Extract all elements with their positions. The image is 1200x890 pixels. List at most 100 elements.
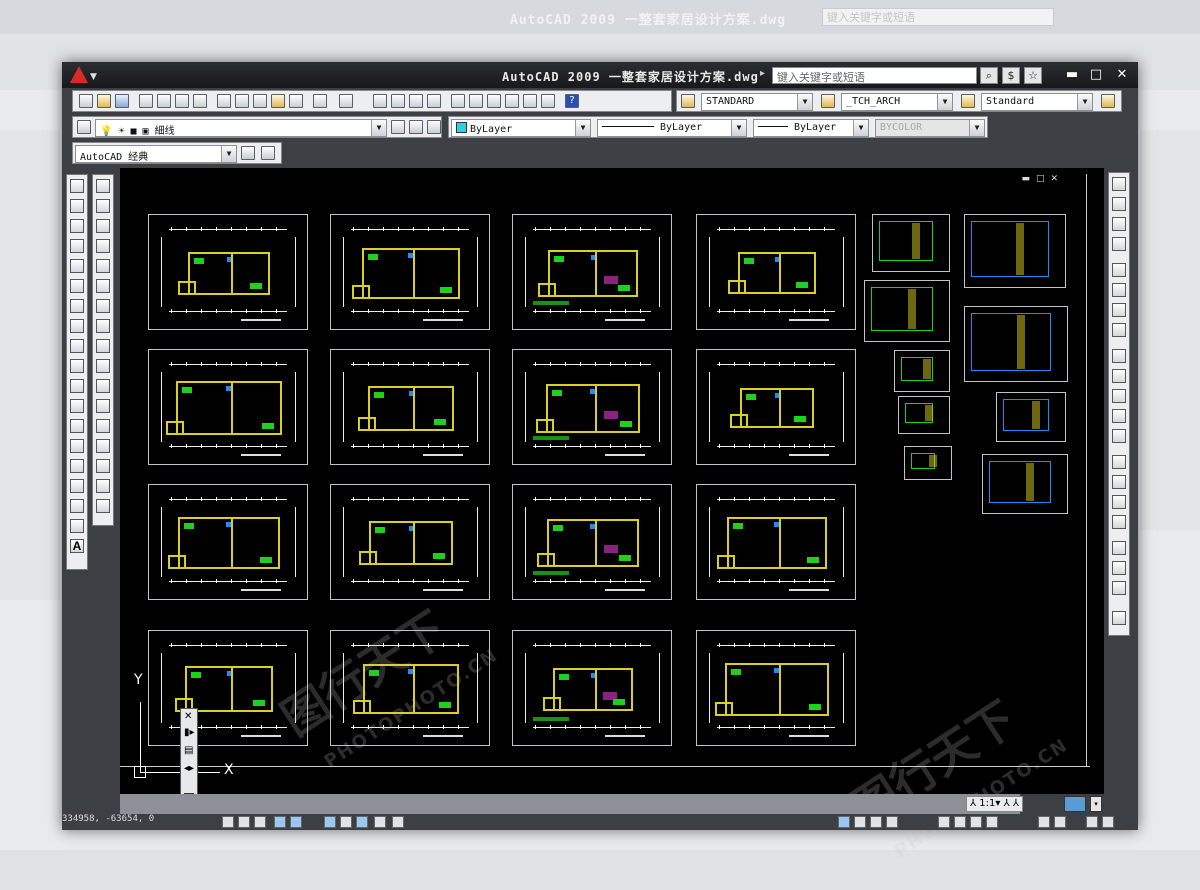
stretch-icon[interactable]	[96, 339, 110, 353]
aligned-dim-icon[interactable]	[1112, 197, 1126, 211]
redo-icon[interactable]	[339, 94, 353, 108]
drawing-canvas[interactable]: ▬□✕ 图行天下PHOTOPHOTO.CN图行天下PHOTOPHOTO.CNYX	[120, 168, 1104, 863]
undo-icon[interactable]	[313, 94, 327, 108]
layer-states-icon[interactable]	[427, 120, 441, 134]
offset-icon[interactable]	[96, 239, 110, 253]
subscription-icon[interactable]: $	[1002, 67, 1020, 84]
quick-view-drawings-button[interactable]	[886, 816, 898, 828]
workspace-select[interactable]: AutoCAD 经典 ▼	[75, 145, 237, 163]
save-icon[interactable]	[115, 94, 129, 108]
layer-manager-icon[interactable]	[77, 120, 91, 134]
table-style-icon[interactable]	[961, 94, 975, 108]
make-block-icon[interactable]	[70, 419, 84, 433]
revision-cloud-icon[interactable]	[70, 319, 84, 333]
table-icon[interactable]	[70, 519, 84, 533]
rotate-icon[interactable]	[96, 299, 110, 313]
minimize-button[interactable]: ▬	[1062, 67, 1082, 82]
block-editor-icon[interactable]	[289, 94, 303, 108]
quick-properties-button[interactable]	[392, 816, 404, 828]
plotstyle-select[interactable]: BYCOLOR ▼	[875, 119, 985, 137]
zoom-previous-icon[interactable]	[427, 94, 441, 108]
diameter-icon[interactable]	[1112, 303, 1126, 317]
jogged-icon[interactable]	[1112, 283, 1126, 297]
close-button[interactable]: ✕	[1112, 67, 1132, 82]
search-expand-icon[interactable]: ▸	[760, 68, 765, 79]
layout-button[interactable]	[854, 816, 866, 828]
multileader-style-icon[interactable]	[1101, 94, 1115, 108]
trim-icon[interactable]	[96, 359, 110, 373]
gradient-icon[interactable]	[70, 479, 84, 493]
cut-icon[interactable]	[217, 94, 231, 108]
construction-line-icon[interactable]	[70, 199, 84, 213]
move-icon[interactable]	[96, 279, 110, 293]
status-menu-chevron-icon[interactable]: ▾	[1090, 796, 1102, 812]
toolbar-lock-icon[interactable]	[1054, 816, 1066, 828]
arc-icon[interactable]	[70, 279, 84, 293]
properties-icon[interactable]: ▮▸	[184, 727, 195, 738]
model-button[interactable]	[838, 816, 850, 828]
radius-icon[interactable]	[1112, 263, 1126, 277]
mirror-icon[interactable]	[96, 219, 110, 233]
dim-text-edit-icon[interactable]	[1112, 561, 1126, 575]
horizontal-scrollbar[interactable]	[120, 794, 1020, 814]
pan-status-icon[interactable]	[938, 816, 950, 828]
linear-dim-icon[interactable]	[1112, 177, 1126, 191]
properties-icon[interactable]	[451, 94, 465, 108]
polygon-icon[interactable]	[70, 239, 84, 253]
color-select[interactable]: ByLayer ▼	[451, 119, 591, 137]
erase-icon[interactable]	[96, 179, 110, 193]
point-icon[interactable]	[70, 439, 84, 453]
spline-icon[interactable]	[70, 339, 84, 353]
linetype-select[interactable]: ByLayer ▼	[597, 119, 747, 137]
circle-icon[interactable]	[70, 299, 84, 313]
dim-edit-icon[interactable]	[1112, 541, 1126, 555]
help-search-input[interactable]: 键入关键字或短语	[772, 67, 977, 84]
status-tray-settings-icon[interactable]	[1102, 816, 1114, 828]
my-workspace-icon[interactable]	[261, 146, 275, 160]
extend-icon[interactable]	[96, 379, 110, 393]
quick-view-layouts-button[interactable]	[870, 816, 882, 828]
markup-icon[interactable]	[523, 94, 537, 108]
show-lineweight-button[interactable]	[374, 816, 386, 828]
fillet-icon[interactable]	[96, 479, 110, 493]
dim-style-select[interactable]: _TCH_ARCH ▼	[841, 93, 953, 111]
dim-update-icon[interactable]	[1112, 581, 1126, 595]
plot-icon[interactable]	[139, 94, 153, 108]
object-snap-tracking-button[interactable]	[324, 816, 336, 828]
dim-style-manager-icon[interactable]	[1112, 611, 1126, 625]
dynamic-ucs-button[interactable]	[340, 816, 352, 828]
jogged-linear-icon[interactable]	[1112, 515, 1126, 529]
lock-ui-icon[interactable]	[1038, 816, 1050, 828]
zoom-window-icon[interactable]	[409, 94, 423, 108]
dynamic-input-button[interactable]	[356, 816, 368, 828]
command-prompt-icon[interactable]: ◂▸	[184, 763, 194, 774]
line-icon[interactable]	[70, 179, 84, 193]
zoom-status-icon[interactable]	[954, 816, 966, 828]
angular-icon[interactable]	[1112, 323, 1126, 337]
tool-palettes-icon[interactable]	[487, 94, 501, 108]
viewport-controls[interactable]: ▬□✕	[1021, 174, 1064, 184]
sheet-set-icon[interactable]	[505, 94, 519, 108]
pan-icon[interactable]	[373, 94, 387, 108]
showmotion-icon[interactable]	[986, 816, 998, 828]
plot-preview-icon[interactable]	[157, 94, 171, 108]
copy-object-icon[interactable]	[96, 199, 110, 213]
publish-icon[interactable]	[175, 94, 189, 108]
insert-block-icon[interactable]	[70, 399, 84, 413]
close-icon[interactable]: ✕	[184, 711, 192, 722]
polar-tracking-button[interactable]	[274, 816, 286, 828]
dim-break-icon[interactable]	[1112, 429, 1126, 443]
make-current-layer-icon[interactable]	[391, 120, 405, 134]
command-history-icon[interactable]: ▤	[184, 745, 193, 756]
copy-icon[interactable]	[235, 94, 249, 108]
scale-icon[interactable]	[96, 319, 110, 333]
maximize-button[interactable]: □	[1086, 67, 1106, 82]
lineweight-select[interactable]: ByLayer ▼	[753, 119, 869, 137]
continue-icon[interactable]	[1112, 389, 1126, 403]
explode-icon[interactable]	[96, 499, 110, 513]
array-icon[interactable]	[96, 259, 110, 273]
baseline-icon[interactable]	[1112, 369, 1126, 383]
workspace-settings-icon[interactable]	[241, 146, 255, 160]
multiline-text-icon[interactable]: A	[70, 539, 84, 553]
match-properties-icon[interactable]	[271, 94, 285, 108]
